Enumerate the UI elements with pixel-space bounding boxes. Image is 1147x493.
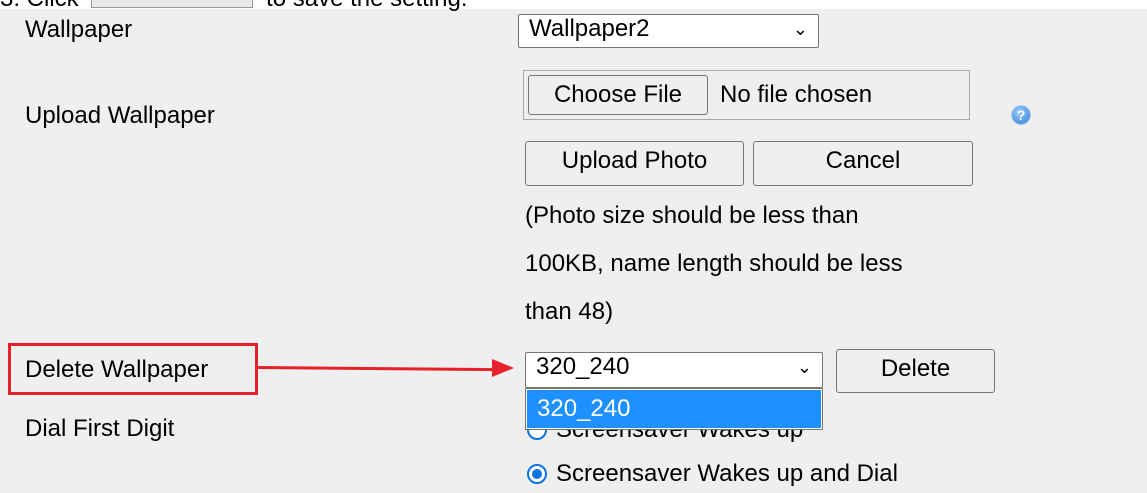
- chevron-down-icon: ⌄: [792, 19, 808, 39]
- annotation-arrow-head: [492, 359, 514, 377]
- inline-save-button-image: [91, 0, 254, 8]
- upload-note-line3: than 48): [525, 298, 614, 325]
- instruction-text: 3. Click to save the setting.: [0, 0, 468, 12]
- chevron-down-icon: ⌄: [796, 357, 812, 377]
- delete-wallpaper-label: Delete Wallpaper: [25, 356, 209, 383]
- delete-button[interactable]: Delete: [836, 349, 995, 393]
- wallpaper-select-value: Wallpaper2: [529, 15, 650, 42]
- file-status-text: No file chosen: [720, 81, 873, 108]
- delete-wallpaper-dropdown-list: 320_240: [525, 388, 823, 430]
- file-input[interactable]: Choose File No file chosen: [523, 70, 970, 120]
- delete-wallpaper-select[interactable]: 320_240 ⌄: [525, 352, 823, 388]
- dropdown-option[interactable]: 320_240: [527, 390, 821, 428]
- upload-note-line1: (Photo size should be less than: [525, 202, 859, 229]
- wallpaper-select[interactable]: Wallpaper2 ⌄: [518, 14, 819, 48]
- radio-label-screensaver-wakes-dial: Screensaver Wakes up and Dial: [556, 460, 898, 487]
- wallpaper-label: Wallpaper: [25, 16, 133, 43]
- choose-file-button[interactable]: Choose File: [528, 75, 708, 115]
- cancel-button[interactable]: Cancel: [753, 141, 973, 186]
- upload-wallpaper-label: Upload Wallpaper: [25, 102, 215, 129]
- instruction-prefix: 3. Click: [0, 0, 79, 12]
- upload-photo-button[interactable]: Upload Photo: [525, 141, 744, 186]
- upload-note-line2: 100KB, name length should be less: [525, 250, 903, 277]
- instruction-suffix: to save the setting.: [266, 0, 467, 12]
- delete-wallpaper-select-value: 320_240: [536, 353, 630, 380]
- dial-first-digit-label: Dial First Digit: [25, 415, 175, 442]
- radio-screensaver-wakes-dial[interactable]: [527, 464, 547, 484]
- help-icon[interactable]: ?: [1012, 106, 1030, 124]
